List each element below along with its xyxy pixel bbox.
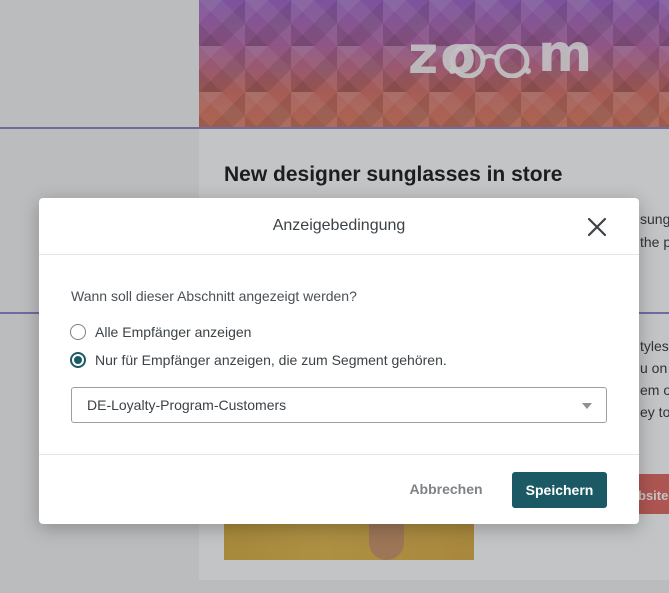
radio-label: Alle Empfänger anzeigen — [95, 324, 252, 340]
radio-option-all-recipients[interactable]: Alle Empfänger anzeigen — [70, 322, 251, 342]
close-button[interactable] — [585, 215, 609, 239]
segment-select-value: DE-Loyalty-Program-Customers — [87, 397, 287, 413]
radio-button-selected[interactable] — [70, 352, 86, 368]
cancel-button[interactable]: Abbrechen — [401, 472, 491, 506]
dialog-footer: Abbrechen Speichern — [39, 454, 639, 524]
close-icon — [587, 217, 607, 237]
dialog-header: Anzeigebedingung — [39, 198, 639, 255]
radio-option-segment-only[interactable]: Nur für Empfänger anzeigen, die zum Segm… — [70, 350, 447, 370]
condition-question: Wann soll dieser Abschnitt angezeigt wer… — [71, 288, 357, 304]
radio-label: Nur für Empfänger anzeigen, die zum Segm… — [95, 352, 447, 368]
radio-button[interactable] — [70, 324, 86, 340]
display-condition-dialog: Anzeigebedingung Wann soll dieser Abschn… — [39, 198, 639, 524]
segment-select[interactable]: DE-Loyalty-Program-Customers — [71, 387, 607, 423]
chevron-down-icon — [582, 403, 592, 409]
save-button[interactable]: Speichern — [512, 472, 607, 508]
dialog-title: Anzeigebedingung — [272, 217, 406, 234]
dialog-body: Wann soll dieser Abschnitt angezeigt wer… — [39, 255, 639, 454]
